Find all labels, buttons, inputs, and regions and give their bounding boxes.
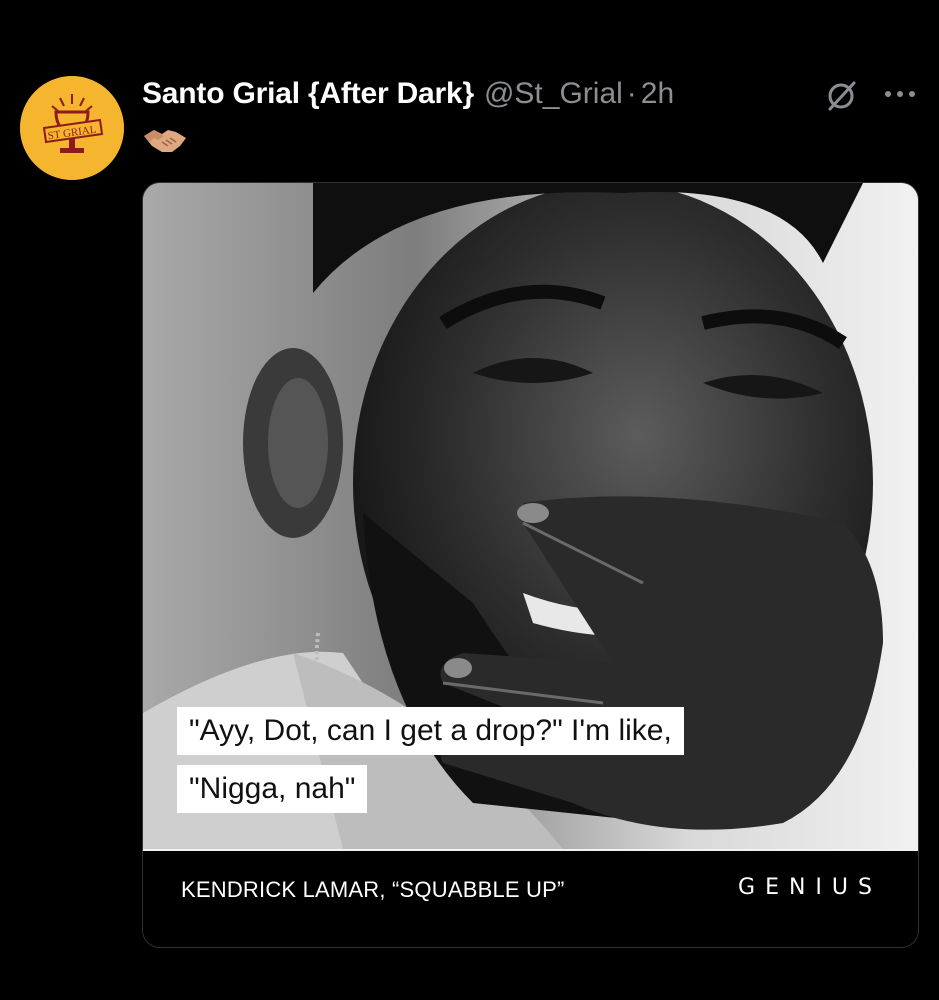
lyric-line-2: "Nigga, nah" xyxy=(177,765,368,813)
media-card[interactable]: "Ayy, Dot, can I get a drop?" I'm like, … xyxy=(142,182,919,948)
holy-grail-logo-icon: ST GRIAL xyxy=(20,76,124,180)
tweet-text xyxy=(142,122,188,162)
genius-logo: GENIUS xyxy=(738,875,882,900)
handshake-icon xyxy=(144,130,186,152)
separator: · xyxy=(626,77,637,110)
photo[interactable]: "Ayy, Dot, can I get a drop?" I'm like, … xyxy=(143,183,918,849)
avatar[interactable]: ST GRIAL xyxy=(20,76,124,180)
grok-icon[interactable] xyxy=(824,77,860,113)
lyric-line-1: "Ayy, Dot, can I get a drop?" I'm like, xyxy=(177,707,684,755)
author-handle[interactable]: @St_Grial xyxy=(484,77,623,111)
timestamp[interactable]: 2h xyxy=(641,77,674,111)
song-credit: KENDRICK LAMAR, “SQUABBLE UP” xyxy=(181,877,565,902)
tweet-header: Santo Grial {After Dark} @St_Grial · 2h xyxy=(142,74,674,114)
tweet[interactable]: ST GRIAL Santo Grial {After Dark} @St_Gr… xyxy=(0,0,939,1000)
caption-bar: KENDRICK LAMAR, “SQUABBLE UP” GENIUS xyxy=(143,851,918,947)
more-options-icon[interactable] xyxy=(880,80,920,108)
author-display-name[interactable]: Santo Grial {After Dark} xyxy=(142,77,474,111)
